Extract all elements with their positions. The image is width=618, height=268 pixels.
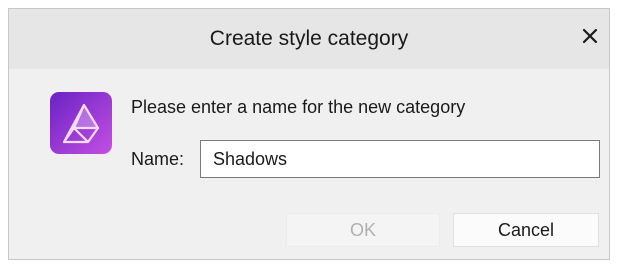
category-name-input[interactable] <box>200 140 600 178</box>
affinity-photo-icon <box>50 92 112 154</box>
dialog-titlebar[interactable]: Create style category <box>9 9 609 69</box>
dialog-title: Create style category <box>209 27 409 50</box>
prompt-text: Please enter a name for the new category <box>131 97 466 117</box>
ok-button[interactable]: OK <box>286 213 440 247</box>
close-icon[interactable] <box>575 21 605 51</box>
create-style-category-dialog: Create style category Please enter a nam… <box>8 8 610 260</box>
name-label: Name: <box>131 149 185 169</box>
cancel-button[interactable]: Cancel <box>453 213 599 247</box>
